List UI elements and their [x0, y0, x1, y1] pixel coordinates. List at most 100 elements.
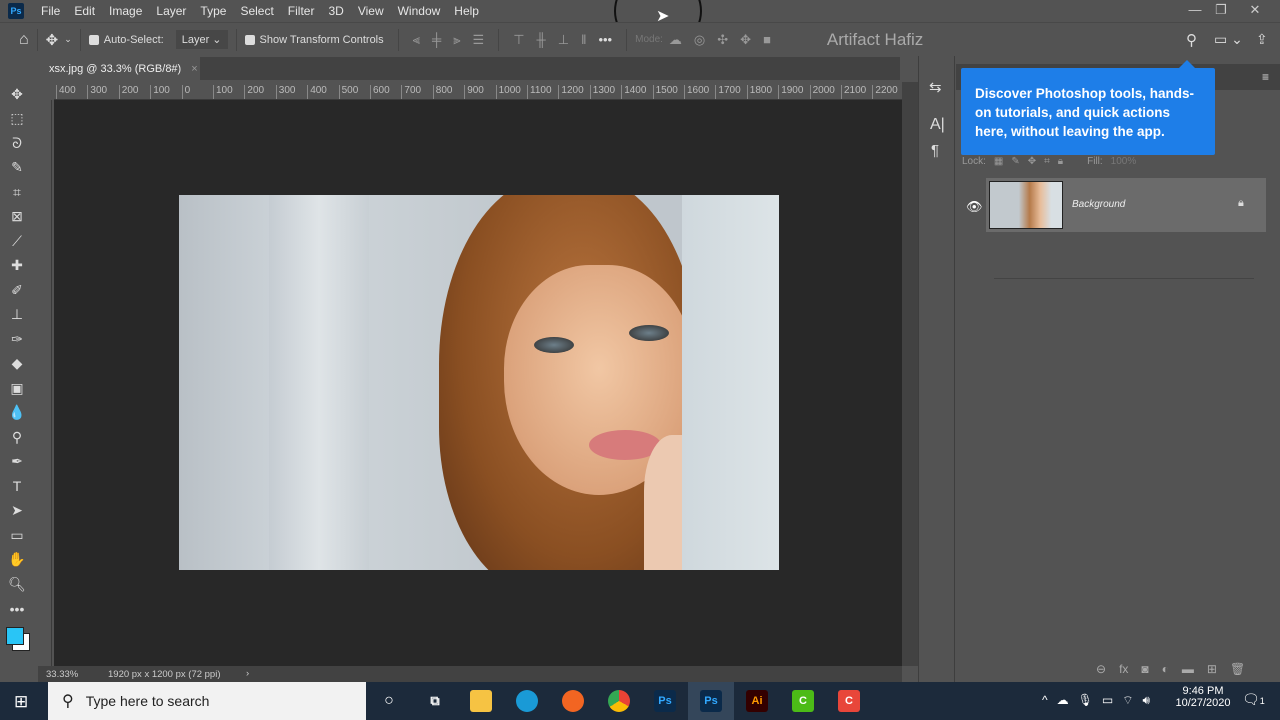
close-tab-icon[interactable]: × [191, 63, 197, 75]
move-tool-icon[interactable]: ✥ [46, 31, 59, 49]
close-button[interactable]: ✕ [1240, 2, 1270, 20]
layer-name[interactable]: Background [1072, 199, 1125, 210]
chrome-icon[interactable] [596, 682, 642, 720]
distribute-vertical-icon[interactable]: ‖ [581, 32, 586, 47]
healing-brush-icon[interactable]: ✚ [0, 254, 34, 279]
vertical-scrollbar[interactable] [902, 82, 918, 666]
pen-tool-icon[interactable]: ✒ [0, 450, 34, 475]
lock-artboard-icon[interactable]: ⌗ [1044, 156, 1050, 167]
lock-transparent-icon[interactable]: ▦ [994, 156, 1003, 167]
menu-edit[interactable]: Edit [67, 4, 102, 18]
illustrator-icon[interactable]: Ai [734, 682, 780, 720]
search-icon[interactable]: ⚲ [1186, 31, 1197, 49]
notifications-icon[interactable]: 🗨︎1 [1242, 691, 1265, 708]
path-select-icon[interactable]: ➤ [0, 499, 34, 524]
move-tool-icon[interactable]: ✥ [0, 82, 34, 107]
history-panel-icon[interactable]: ⇆ [929, 78, 942, 96]
lock-paint-icon[interactable]: ✎ [1011, 156, 1019, 167]
auto-select-checkbox[interactable] [88, 34, 99, 45]
roll-3d-icon[interactable]: ◎ [694, 32, 705, 48]
align-bottom-icon[interactable]: ⊥ [558, 32, 569, 48]
workspace-icon[interactable]: ▭ ⌄ [1214, 31, 1243, 48]
clock[interactable]: 9:46 PM 10/27/2020 [1172, 685, 1234, 709]
volume-icon[interactable]: 🔊︎ [1143, 693, 1151, 708]
task-view-icon[interactable]: ⧉ [412, 682, 458, 720]
color-swatches[interactable] [0, 621, 34, 661]
firefox-icon[interactable] [550, 682, 596, 720]
menu-layer[interactable]: Layer [149, 4, 193, 18]
crop-tool-icon[interactable]: ⌗ [0, 180, 34, 205]
zoom-level[interactable]: 33.33% [46, 669, 78, 680]
status-expand-icon[interactable]: › [246, 668, 249, 679]
zoom-tool-icon[interactable]: 🔍︎ [0, 572, 34, 597]
align-center-icon[interactable]: ╪ [432, 32, 441, 47]
link-layers-icon[interactable]: ⊖ [1096, 662, 1106, 676]
brush-tool-icon[interactable]: ✐ [0, 278, 34, 303]
windows-start-icon[interactable]: ⊞ [14, 692, 28, 712]
slide-3d-icon[interactable]: ✥ [740, 32, 751, 48]
document-tab[interactable]: xsx.jpg @ 33.3% (RGB/8#) × [38, 57, 200, 80]
menu-window[interactable]: Window [391, 4, 448, 18]
menu-image[interactable]: Image [102, 4, 149, 18]
taskbar-search-box[interactable]: ⚲ Type here to search [48, 682, 366, 720]
align-top-icon[interactable]: ⊤ [513, 32, 524, 48]
stamp-tool-icon[interactable]: ⊥ [0, 303, 34, 328]
menu-help[interactable]: Help [447, 4, 486, 18]
hand-tool-icon[interactable]: ✋ [0, 548, 34, 573]
restore-button[interactable]: ❐ [1206, 2, 1236, 20]
menu-3d[interactable]: 3D [321, 4, 350, 18]
more-tools-icon[interactable]: ••• [0, 597, 34, 622]
document-image[interactable] [179, 195, 779, 570]
edge-icon[interactable] [504, 682, 550, 720]
marquee-tool-icon[interactable]: ⬚ [0, 107, 34, 132]
cortana-icon[interactable]: ○ [366, 682, 412, 720]
menu-type[interactable]: Type [193, 4, 233, 18]
camtasia-red-icon[interactable]: C [826, 682, 872, 720]
align-right-icon[interactable]: ⫸ [453, 32, 460, 48]
character-panel-icon[interactable]: A| [930, 116, 945, 134]
blur-tool-icon[interactable]: 💧 [0, 401, 34, 426]
eraser-tool-icon[interactable]: ◆ [0, 352, 34, 377]
new-layer-icon[interactable]: ⊞ [1207, 662, 1217, 676]
gradient-tool-icon[interactable]: ▣ [0, 376, 34, 401]
onedrive-icon[interactable]: ☁ [1057, 693, 1069, 708]
align-middle-icon[interactable]: ╫ [537, 32, 546, 47]
camtasia-green-icon[interactable]: C [780, 682, 826, 720]
layer-row[interactable]: Background 🔒︎ [986, 178, 1266, 232]
menu-filter[interactable]: Filter [281, 4, 322, 18]
home-icon[interactable]: ⌂ [19, 31, 29, 49]
share-icon[interactable]: ⇪ [1256, 31, 1268, 48]
foreground-color-swatch[interactable] [6, 627, 24, 645]
menu-select[interactable]: Select [233, 4, 280, 18]
dodge-tool-icon[interactable]: ⚲ [0, 425, 34, 450]
group-icon[interactable]: ▬ [1182, 662, 1194, 676]
type-tool-icon[interactable]: T [0, 474, 34, 499]
menu-view[interactable]: View [351, 4, 391, 18]
frame-tool-icon[interactable]: ⊠ [0, 205, 34, 230]
rectangle-tool-icon[interactable]: ▭ [0, 523, 34, 548]
wifi-icon[interactable]: ⌔ [1122, 693, 1133, 708]
scale-3d-icon[interactable]: ■ [763, 32, 771, 47]
menu-file[interactable]: File [34, 4, 67, 18]
microphone-icon[interactable]: 🎙︎ [1078, 693, 1093, 708]
distribute-icon[interactable]: ☰ [473, 32, 485, 48]
pan-3d-icon[interactable]: ✣ [717, 32, 728, 48]
fx-icon[interactable]: fx [1119, 662, 1128, 676]
align-left-icon[interactable]: ⫷ [413, 32, 420, 48]
history-brush-icon[interactable]: ✑ [0, 327, 34, 352]
panel-menu-icon[interactable]: ≡ [1262, 70, 1269, 84]
photoshop-taskbar-icon[interactable]: Ps [642, 682, 688, 720]
orbit-3d-icon[interactable]: ☁ [669, 32, 682, 48]
delete-layer-icon[interactable]: 🗑︎ [1230, 662, 1245, 676]
paragraph-panel-icon[interactable]: ¶ [931, 142, 939, 159]
photoshop-active-taskbar-icon[interactable]: Ps [688, 682, 734, 720]
fill-value[interactable]: 100% [1111, 156, 1137, 167]
lock-position-icon[interactable]: ✥ [1028, 156, 1036, 167]
show-transform-checkbox[interactable] [244, 34, 255, 45]
quick-select-tool-icon[interactable]: ✎ [0, 156, 34, 181]
lock-all-icon[interactable]: 🔒︎ [1058, 156, 1063, 167]
more-options-icon[interactable]: ••• [598, 32, 612, 47]
tray-chevron-icon[interactable]: ^ [1042, 693, 1048, 708]
eyedropper-tool-icon[interactable]: ⟋ [0, 229, 34, 254]
battery-icon[interactable]: ▭ [1102, 693, 1113, 708]
